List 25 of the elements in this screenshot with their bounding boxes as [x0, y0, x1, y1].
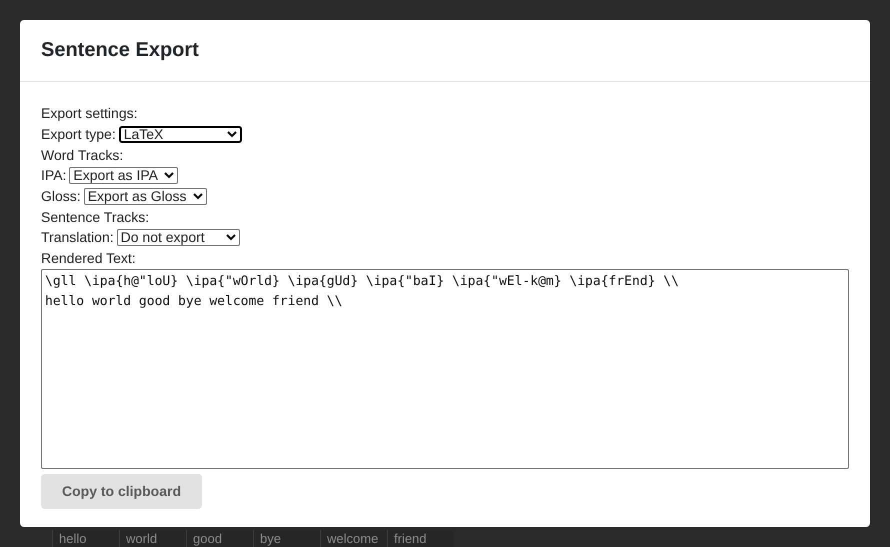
- field-label: Rendered Text:: [41, 250, 136, 266]
- field-label: Translation:: [41, 229, 114, 246]
- dropdown-select[interactable]: Do not export: [116, 228, 240, 246]
- rendered-text-area[interactable]: \gll \ipa{h@"loU} \ipa{"wOrld} \ipa{gUd} \ipa{"baI} \ipa{"wEl-k@m} \ipa{frEnd} \\ hello world good bye welcome friend \\: [41, 268, 849, 468]
- table-cell: bye: [253, 530, 320, 547]
- dropdown-select[interactable]: Export as IPA: [69, 166, 178, 184]
- dialog-title: Sentence Export: [41, 39, 199, 62]
- copy-button[interactable]: Copy to clipboard: [41, 474, 202, 508]
- table-cell: hello: [52, 530, 119, 547]
- chevron-down-icon: [226, 234, 236, 241]
- table-cell: welcome: [320, 530, 387, 547]
- chevron-down-icon: [226, 130, 237, 138]
- section-label: Sentence Tracks:: [41, 208, 150, 225]
- dropdown-select[interactable]: Export as Gloss: [84, 188, 207, 205]
- field-label: IPA:: [41, 167, 66, 184]
- dropdown-select[interactable]: LaTeX: [118, 126, 242, 143]
- field-label: Gloss:: [41, 188, 81, 204]
- chevron-down-icon: [164, 172, 174, 179]
- chevron-down-icon: [192, 192, 203, 200]
- section-label: Word Tracks:: [41, 146, 124, 163]
- table-cell: friend: [387, 530, 454, 547]
- table-cell: world: [119, 530, 186, 547]
- table-cell: good: [186, 530, 253, 547]
- field-label: Export type:: [41, 126, 116, 142]
- section-label: Export settings:: [41, 105, 138, 122]
